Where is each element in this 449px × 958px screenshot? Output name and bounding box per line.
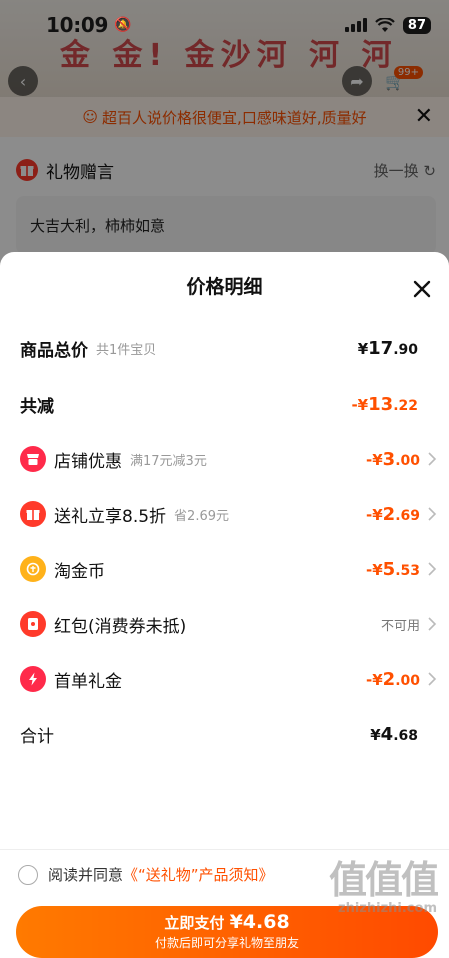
status-time: 10:09 — [46, 13, 109, 37]
row-label: 合计 — [20, 726, 54, 747]
pay-sub-text: 付款后即可分享礼物至朋友 — [154, 936, 299, 950]
row-total-discount: 共减 -¥13.22 — [20, 389, 438, 419]
price-detail-sheet: 价格明细 商品总价 共1件宝贝 ¥17.90 共减 -¥13.22 店铺优惠 满… — [0, 252, 449, 958]
coin-icon — [20, 556, 46, 582]
watermark: 值值值 zhizhizhi.com — [328, 858, 439, 916]
chevron-right-icon — [428, 507, 437, 521]
row-label: 首单礼金 — [54, 671, 122, 692]
amount: ¥17.90 — [357, 337, 418, 359]
row-taojinbi[interactable]: 淘金币 -¥5.53 — [20, 554, 438, 584]
row-label: 淘金币 — [54, 561, 105, 582]
red-packet-icon — [20, 611, 46, 637]
row-label: 共减 — [20, 396, 54, 417]
agreement-text: 阅读并同意 — [48, 866, 124, 884]
close-icon[interactable] — [407, 274, 437, 304]
battery-indicator: 87 — [402, 16, 431, 34]
row-first-order-bonus[interactable]: 首单礼金 -¥2.00 — [20, 664, 438, 694]
row-shop-discount[interactable]: 店铺优惠 满17元减3元 -¥3.00 — [20, 444, 438, 474]
pay-amount: ¥4.68 — [229, 911, 290, 933]
row-label: 店铺优惠 — [54, 451, 122, 472]
row-label: 红包(消费券未抵) — [54, 616, 187, 637]
chevron-right-icon — [428, 452, 437, 466]
unavailable-text: 不可用 — [380, 618, 420, 634]
amount: -¥3.00 — [365, 448, 420, 470]
row-grand-total: 合计 ¥4.68 — [20, 719, 438, 749]
row-red-packet[interactable]: 红包(消费券未抵) 不可用 — [20, 609, 438, 639]
agreement-row: 阅读并同意 《“送礼物”产品须知》 — [18, 864, 274, 885]
status-bar: 10:09 🔕 87 — [0, 0, 449, 50]
shop-icon — [20, 446, 46, 472]
pay-label: 立即支付 — [164, 914, 225, 932]
sheet-title: 价格明细 — [186, 276, 263, 298]
agreement-checkbox[interactable] — [18, 864, 38, 885]
amount: -¥2.00 — [365, 668, 420, 690]
chevron-right-icon — [428, 617, 437, 631]
row-total-price: 商品总价 共1件宝贝 ¥17.90 — [20, 333, 438, 363]
gift-icon — [20, 501, 46, 527]
chevron-right-icon — [428, 562, 437, 576]
wifi-icon — [375, 17, 395, 32]
row-label: 送礼立享8.5折 — [54, 506, 167, 527]
agreement-link[interactable]: 《“送礼物”产品须知》 — [123, 864, 274, 885]
bell-slash-icon: 🔕 — [114, 17, 132, 33]
row-label: 商品总价 — [20, 340, 88, 361]
amount: ¥4.68 — [370, 723, 418, 745]
signal-icon — [344, 18, 367, 32]
amount: -¥2.69 — [365, 503, 420, 525]
row-sub: 省2.69元 — [174, 508, 229, 524]
lightning-icon — [20, 666, 46, 692]
divider — [0, 849, 449, 850]
amount: -¥5.53 — [365, 558, 420, 580]
row-sub: 满17元减3元 — [130, 453, 207, 469]
row-sub: 共1件宝贝 — [96, 342, 157, 358]
row-gift-discount[interactable]: 送礼立享8.5折 省2.69元 -¥2.69 — [20, 499, 438, 529]
chevron-right-icon — [428, 672, 437, 686]
amount: -¥13.22 — [351, 393, 418, 415]
